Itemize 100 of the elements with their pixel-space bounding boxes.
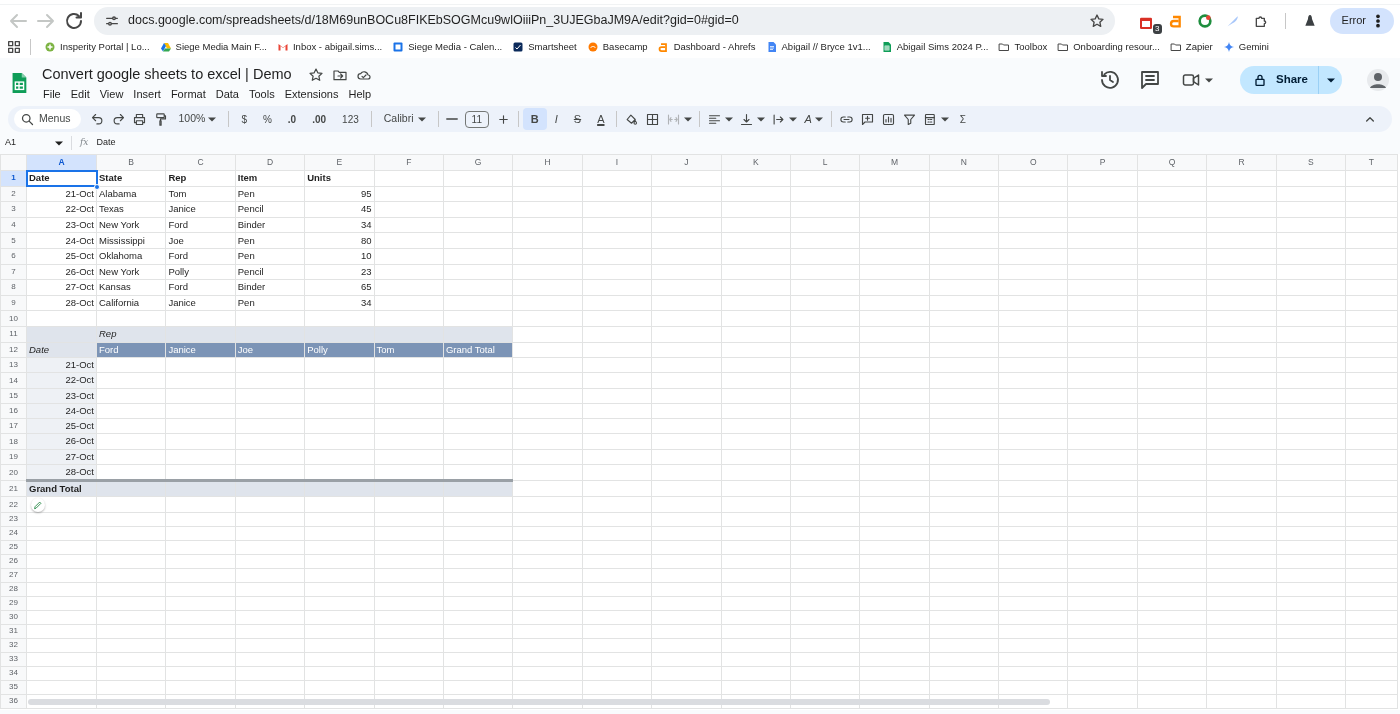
caret-icon [757,116,766,122]
column-header[interactable]: Q [1137,154,1207,171]
edit-pivot-button[interactable] [31,497,45,512]
column-header[interactable]: M [859,154,930,171]
caret-icon [417,116,426,122]
table-cell: 24-Oct [26,232,97,249]
table-cell: Pen [235,295,305,311]
column-header[interactable]: D [235,154,305,171]
table-cell: 80 [304,232,375,249]
table-cell: Pencil [235,264,305,280]
column-header[interactable]: T [1345,154,1398,171]
decrease-decimal-button[interactable]: .0 [279,108,305,130]
table-icon [922,111,938,127]
circle-icon [1196,12,1213,29]
redo-icon [110,111,126,127]
column-header[interactable]: I [582,154,652,171]
triangle-icon [159,41,172,53]
apps-icon[interactable] [6,39,22,55]
add-comment-icon [859,111,875,127]
italic-button[interactable]: I [546,108,566,130]
font-size-field[interactable]: 11 [464,110,489,128]
menu-item[interactable]: Help [343,85,377,103]
bookmark[interactable]: Gemini [1217,39,1274,55]
share-menu-button[interactable] [1318,66,1342,94]
table-cell: Oklahoma [96,248,166,265]
column-header[interactable]: P [1067,154,1138,171]
star-icon[interactable] [1088,12,1105,29]
bookmark[interactable]: Abigail Sims 2024 P... [875,39,994,55]
print-icon [131,111,147,127]
bookmark[interactable]: Siege Media - Calen... [387,39,508,55]
menu-item[interactable]: View [94,85,129,103]
zoom-dropdown[interactable]: 100% [170,108,225,130]
format-button[interactable]: $ [233,108,255,130]
table-cell: 26-Oct [26,264,97,280]
column-header[interactable]: H [512,154,583,171]
menu-item[interactable]: Data [210,85,244,103]
column-header[interactable]: G [443,154,513,171]
bookmark[interactable]: Insperity Portal | Lo... [39,39,155,55]
menus-search-field[interactable]: Menus [14,109,81,129]
fill-handle[interactable] [94,183,100,190]
font-dropdown[interactable]: Calibri [375,108,434,130]
text-rotation-button[interactable]: A [800,108,827,130]
table-cell: New York [96,264,166,280]
table-cell: 28-Oct [26,295,97,311]
name-box[interactable]: A1 [5,132,63,154]
table-cell: Rep [165,170,236,187]
increase-decimal-button[interactable]: .00 [304,108,335,130]
menu-item[interactable]: Format [165,85,211,103]
menu-item[interactable]: File [38,85,66,103]
column-header[interactable]: F [374,154,444,171]
strike-button[interactable]: S [565,108,590,130]
column-header[interactable]: J [651,154,721,171]
text-color-button[interactable]: A [589,108,613,130]
bookmark[interactable]: Smartsheet [507,39,582,55]
minus-icon [445,117,458,121]
pencil-icon [33,499,43,510]
bold-button[interactable]: B [522,108,547,130]
menu-item[interactable]: Extensions [279,85,344,103]
caret-icon [940,116,949,122]
column-header[interactable]: K [721,154,791,171]
bookmark[interactable]: Siege Media Main F... [154,39,272,55]
profile-button[interactable]: Error [1329,7,1394,34]
table-cell: 45 [304,201,375,218]
mail-icon [276,41,289,53]
table-cell: Joe [165,232,236,249]
table-cell: 23 [304,264,375,280]
bookmark[interactable]: Onboarding resour... [1052,39,1165,55]
column-header[interactable]: N [929,154,999,171]
bookmark[interactable]: Basecamp [581,39,653,55]
column-header[interactable]: C [165,154,236,171]
column-header[interactable]: S [1276,154,1346,171]
format-button[interactable]: Σ [951,108,974,130]
formula-field[interactable]: Date [96,136,1395,150]
menu-item[interactable]: Tools [243,85,280,103]
bookmark[interactable]: Toolbox [993,39,1053,55]
table-cell: Janice [165,201,236,218]
bookmark[interactable]: Dashboard - Ahrefs [652,39,761,55]
menu-item[interactable]: Insert [128,85,166,103]
format-button[interactable]: 123 [334,108,367,130]
column-header[interactable]: B [96,154,166,171]
column-header[interactable]: L [790,154,860,171]
star-icon[interactable] [307,66,324,83]
horizontal-scrollbar[interactable] [28,699,1050,705]
column-header[interactable]: O [998,154,1068,171]
bookmark[interactable]: Zapier [1164,39,1218,55]
table-cell: Pen [235,232,305,249]
address-bar[interactable]: docs.google.com/spreadsheets/d/18M69unBOCu8FIKEbSOGMcu9wlOiiiPn_3UJEGbaJM9A/edit?gid=0#gid=0 [94,6,1115,35]
share-button[interactable]: Share [1240,66,1318,94]
bookmark[interactable]: Abigail // Bryce 1v1... [760,39,876,55]
bookmark[interactable]: Inbox - abigail.sims... [271,39,388,55]
table-cell: State [96,170,166,187]
column-header[interactable]: E [304,154,375,171]
table-cell: Binder [235,217,305,233]
document-title[interactable]: Convert google sheets to excel | Demo [42,64,292,86]
table-cell: Alabama [96,186,166,202]
column-header[interactable]: R [1206,154,1277,171]
format-button[interactable]: % [254,108,280,130]
column-header[interactable]: A [26,154,97,171]
menu-item[interactable]: Edit [65,85,95,103]
smile-circle-icon [586,41,599,53]
